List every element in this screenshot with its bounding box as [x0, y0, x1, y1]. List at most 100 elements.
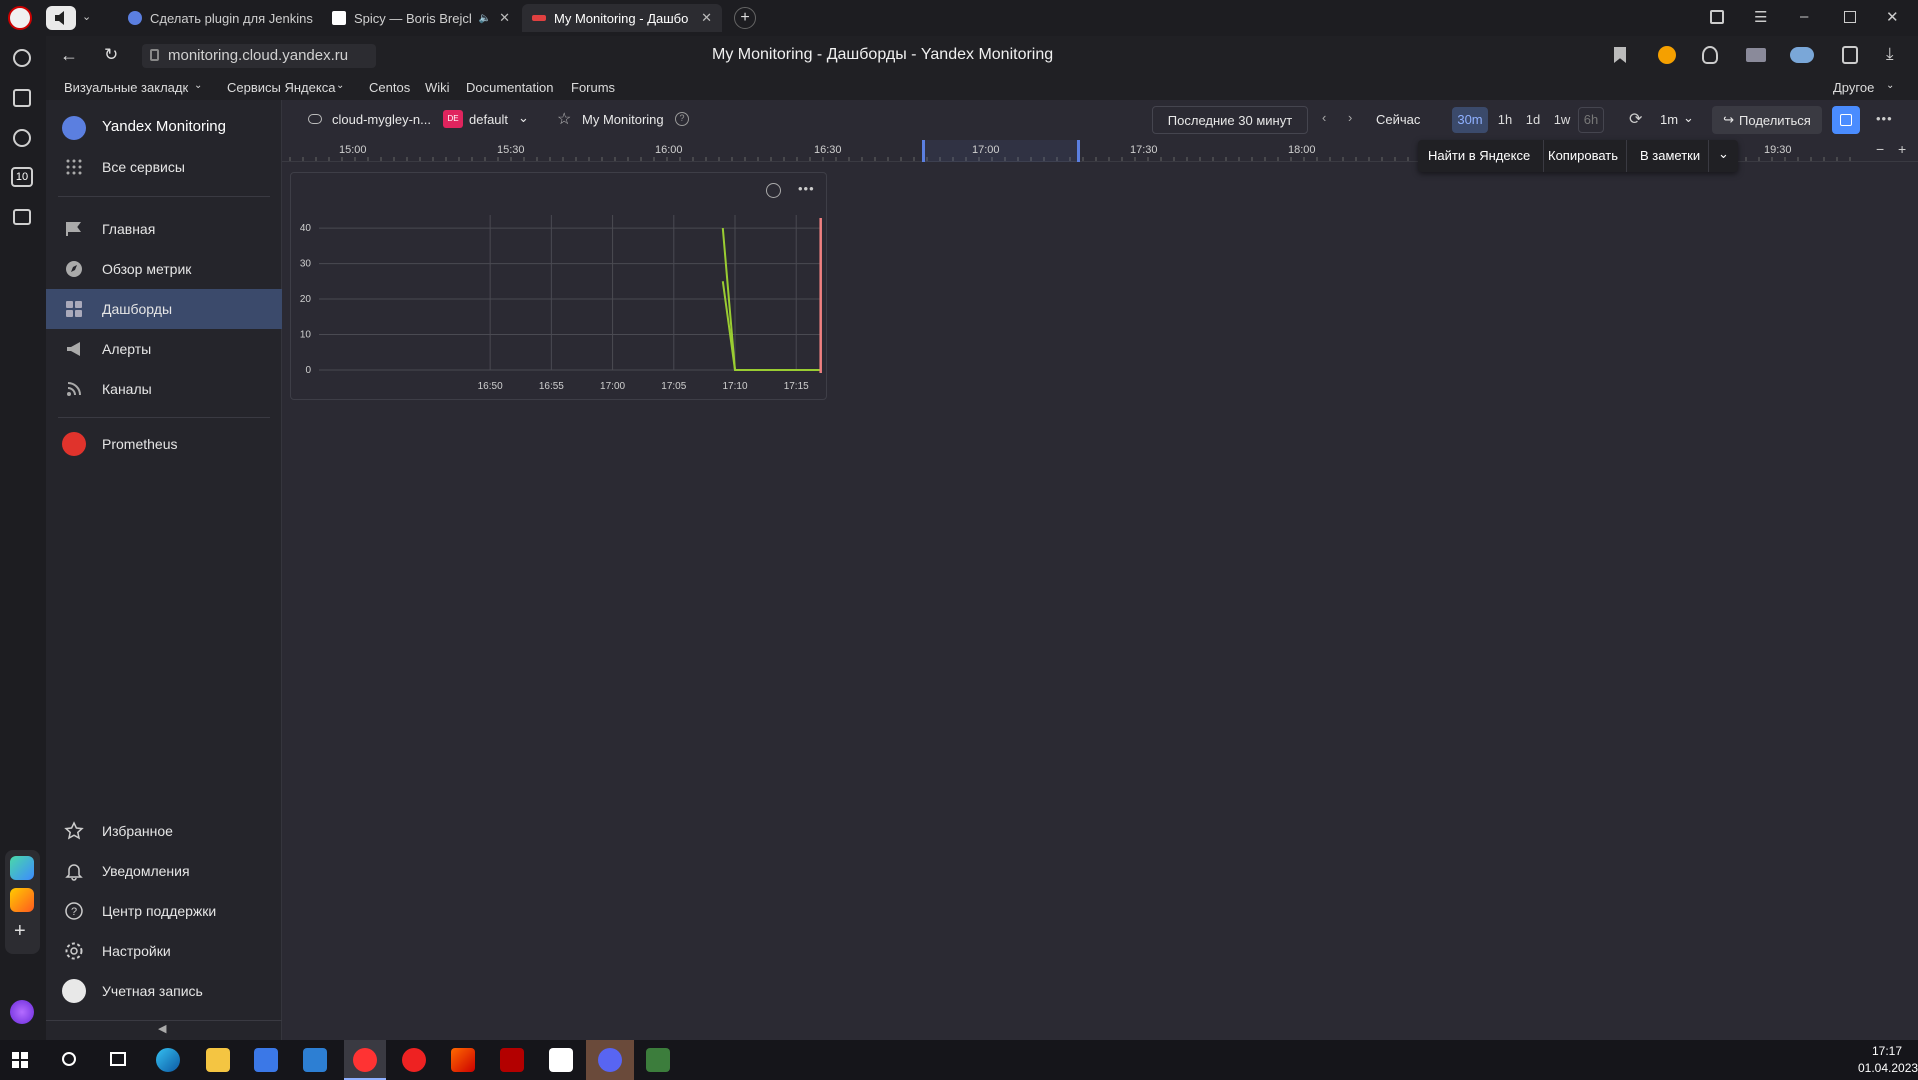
chevron-down-icon[interactable]: ⌄	[194, 80, 202, 91]
sidebar-item-home[interactable]: Главная	[46, 209, 282, 249]
tab-spicy[interactable]: Spicy — Boris Brejcha 🔈 ✕	[322, 4, 520, 32]
sidebar-item-settings[interactable]: Настройки	[46, 931, 282, 971]
url-field[interactable]: monitoring.cloud.yandex.ru	[142, 44, 376, 68]
chart-widget[interactable]: ••• 0 10 20 30 40 16:50 16:55 17:00 17:05 17:10 17…	[290, 172, 827, 400]
counter-badge[interactable]: 10	[11, 167, 33, 187]
preset-1h[interactable]: 1h	[1492, 107, 1518, 133]
close-tab-icon[interactable]: ✕	[701, 10, 712, 26]
all-services-link[interactable]: Все сервисы	[46, 147, 282, 187]
notepad-icon[interactable]	[549, 1048, 573, 1072]
search-icon[interactable]	[62, 1052, 76, 1066]
tab-monitoring[interactable]: My Monitoring - Дашбо ✕	[522, 4, 722, 32]
filezilla-icon[interactable]	[500, 1048, 524, 1072]
preset-1d[interactable]: 1d	[1520, 107, 1546, 133]
mail-extension-icon[interactable]	[1746, 48, 1766, 62]
y-tick-label: 20	[300, 294, 312, 305]
find-in-yandex-button[interactable]: Найти в Яндексе	[1428, 148, 1530, 163]
bookmark-icon[interactable]	[1614, 47, 1626, 63]
new-tab-button[interactable]: +	[734, 7, 756, 29]
close-window-icon[interactable]: ✕	[1886, 8, 1899, 26]
refresh-interval[interactable]: 1m	[1660, 112, 1678, 127]
sidebar-item-account[interactable]: Учетная запись	[46, 971, 282, 1011]
preset-1w[interactable]: 1w	[1549, 107, 1575, 133]
chevron-down-icon[interactable]: ⌄	[336, 80, 344, 91]
folder-selector[interactable]: default	[469, 112, 508, 127]
zoom-out-icon[interactable]: −	[1876, 141, 1884, 157]
sidebar-item-alerts[interactable]: Алерты	[46, 329, 282, 369]
bookmark-documentation[interactable]: Documentation	[466, 80, 553, 95]
time-range-button[interactable]: Последние 30 минут	[1152, 106, 1308, 134]
cloud-extension-icon[interactable]	[1790, 47, 1814, 63]
zoom-in-icon[interactable]: +	[1898, 141, 1906, 157]
messenger-app-icon[interactable]	[10, 856, 34, 880]
sidebar-item-channels[interactable]: Каналы	[46, 369, 282, 409]
help-icon[interactable]: ?	[675, 112, 689, 126]
bookmark-visual[interactable]: Визуальные закладк	[64, 80, 188, 95]
chevron-down-icon[interactable]: ⌄	[518, 110, 529, 126]
chevron-down-icon[interactable]: ⌄	[1683, 110, 1694, 126]
collapse-sidebar-icon[interactable]: ◀	[158, 1022, 166, 1035]
preset-30m[interactable]: 30m	[1452, 107, 1488, 133]
tab-jenkins[interactable]: Сделать plugin для Jenkins	[118, 4, 316, 32]
collections-icon[interactable]	[1710, 10, 1724, 24]
more-dots-icon[interactable]: •••	[1876, 111, 1893, 126]
yandex-icon[interactable]	[402, 1048, 426, 1072]
extensions-icon[interactable]	[1842, 46, 1858, 64]
edit-button[interactable]	[1832, 106, 1860, 134]
prev-range-icon[interactable]: ‹	[1322, 110, 1326, 125]
copy-button[interactable]: Копировать	[1548, 148, 1618, 163]
protect-icon[interactable]	[1658, 46, 1676, 64]
sidebar-item-favorites[interactable]: Избранное	[46, 811, 282, 851]
url-text: monitoring.cloud.yandex.ru	[168, 47, 349, 64]
video-icon[interactable]	[13, 129, 31, 147]
notes-icon[interactable]	[13, 89, 31, 107]
share-button[interactable]: ↪ Поделиться	[1712, 106, 1822, 134]
preset-6h[interactable]: 6h	[1578, 107, 1604, 133]
alice-icon[interactable]	[10, 1000, 34, 1024]
screenshot-icon[interactable]	[13, 209, 31, 225]
cloud-selector[interactable]: cloud-myglеy-n...	[332, 112, 431, 127]
close-tab-icon[interactable]: ✕	[499, 10, 510, 26]
sidebar-item-notifications[interactable]: Уведомления	[46, 851, 282, 891]
bookmark-other[interactable]: Другое	[1833, 80, 1874, 95]
sidebar-item-dashboards[interactable]: Дашборды	[46, 289, 282, 329]
task-view-icon[interactable]	[110, 1052, 126, 1066]
profile-avatar[interactable]	[8, 6, 32, 30]
download-icon[interactable]: ⤓	[1886, 44, 1894, 64]
utility-icon[interactable]	[646, 1048, 670, 1072]
chevron-down-icon[interactable]: ⌄	[1886, 80, 1894, 91]
mail-icon[interactable]	[303, 1048, 327, 1072]
sidebar-item-prometheus[interactable]: Prometheus	[46, 424, 282, 464]
now-button[interactable]: Сейчас	[1376, 112, 1420, 127]
lock-icon	[150, 49, 159, 61]
history-icon[interactable]	[13, 49, 31, 67]
chevron-down-icon[interactable]: ⌄	[1718, 146, 1729, 162]
reload-icon[interactable]: ↻	[104, 45, 118, 65]
windows-start-icon[interactable]	[12, 1052, 28, 1068]
next-range-icon[interactable]: ›	[1348, 110, 1352, 125]
folder-icon[interactable]	[206, 1048, 230, 1072]
sound-tab-button[interactable]	[46, 6, 76, 30]
add-app-icon[interactable]: +	[14, 920, 26, 943]
tabs-dropdown-icon[interactable]: ⌄	[82, 10, 98, 26]
to-notes-button[interactable]: В заметки	[1640, 148, 1700, 163]
edge-icon[interactable]	[156, 1048, 180, 1072]
bookmark-forums[interactable]: Forums	[571, 80, 615, 95]
sidebar-item-support[interactable]: ? Центр поддержки	[46, 891, 282, 931]
restore-icon[interactable]	[1844, 11, 1856, 23]
timeline-selection[interactable]	[922, 140, 1080, 162]
bookmark-centos[interactable]: Centos	[369, 80, 410, 95]
mail-app-icon[interactable]	[10, 888, 34, 912]
app-icon[interactable]	[451, 1048, 475, 1072]
favorite-star-icon[interactable]: ☆	[557, 109, 571, 129]
bulb-icon[interactable]	[1702, 46, 1718, 64]
store-icon[interactable]	[254, 1048, 278, 1072]
minimize-icon[interactable]: –	[1800, 8, 1808, 25]
sidebar-item-metrics[interactable]: Обзор метрик	[46, 249, 282, 289]
bookmark-yandex-services[interactable]: Сервисы Яндекса	[227, 80, 335, 95]
product-header[interactable]: Yandex Monitoring	[46, 108, 282, 148]
bookmark-wiki[interactable]: Wiki	[425, 80, 450, 95]
refresh-icon[interactable]: ⟳	[1629, 109, 1642, 129]
back-arrow-icon[interactable]: ←	[60, 45, 78, 66]
menu-icon[interactable]: ☰	[1754, 8, 1767, 26]
